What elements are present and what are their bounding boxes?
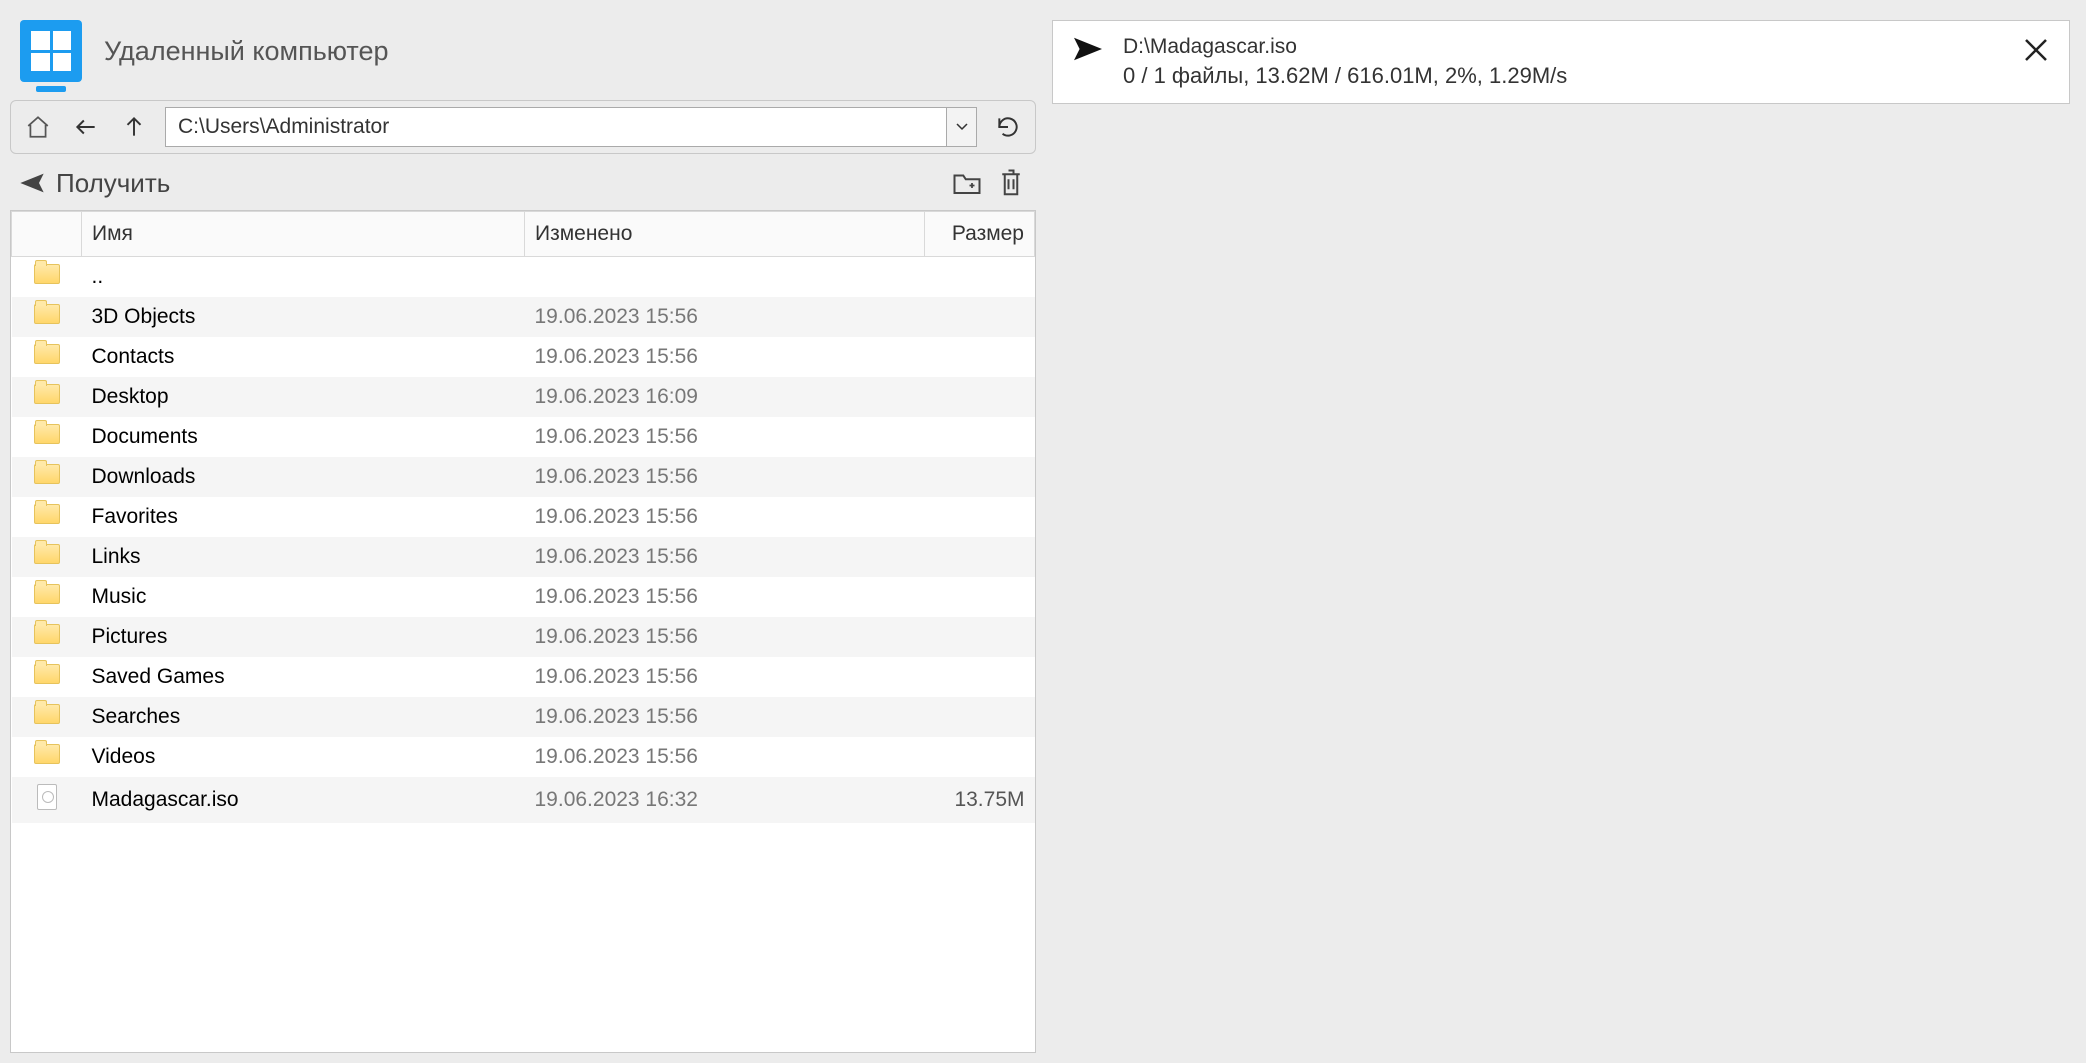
file-name: Searches [82,697,525,737]
file-size [925,617,1035,657]
file-name: Desktop [82,377,525,417]
file-size [925,377,1035,417]
folder-icon [34,504,60,524]
file-table-container: Имя Изменено Размер ..3D Objects19.06.20… [10,210,1036,1053]
file-size [925,337,1035,377]
file-size [925,257,1035,298]
file-modified: 19.06.2023 15:56 [525,297,925,337]
table-row[interactable]: Madagascar.iso19.06.2023 16:3213.75M [12,777,1035,823]
folder-icon [34,304,60,324]
file-modified: 19.06.2023 15:56 [525,417,925,457]
folder-icon [34,464,60,484]
table-row[interactable]: Contacts19.06.2023 15:56 [12,337,1035,377]
path-input[interactable] [166,115,946,139]
file-name: Madagascar.iso [82,777,525,823]
file-name: Pictures [82,617,525,657]
folder-icon [34,264,60,284]
column-name[interactable]: Имя [82,212,525,257]
file-name: 3D Objects [82,297,525,337]
table-row[interactable]: Saved Games19.06.2023 15:56 [12,657,1035,697]
folder-icon [34,384,60,404]
folder-icon [34,544,60,564]
table-row[interactable]: Music19.06.2023 15:56 [12,577,1035,617]
folder-icon [34,424,60,444]
file-modified: 19.06.2023 15:56 [525,737,925,777]
receive-label: Получить [56,168,170,199]
new-folder-button[interactable] [950,166,984,200]
table-row[interactable]: Documents19.06.2023 15:56 [12,417,1035,457]
file-modified: 19.06.2023 15:56 [525,697,925,737]
path-dropdown-button[interactable] [946,108,976,146]
folder-icon [34,624,60,644]
column-modified[interactable]: Изменено [525,212,925,257]
table-row[interactable]: Favorites19.06.2023 15:56 [12,497,1035,537]
file-name: Documents [82,417,525,457]
file-name: Favorites [82,497,525,537]
file-size [925,577,1035,617]
receive-button[interactable]: Получить [18,168,170,199]
file-name: Contacts [82,337,525,377]
file-modified: 19.06.2023 15:56 [525,617,925,657]
send-icon [1071,35,1105,63]
file-name: Saved Games [82,657,525,697]
file-icon [37,784,57,810]
file-size: 13.75M [925,777,1035,823]
file-modified: 19.06.2023 15:56 [525,577,925,617]
folder-icon [34,664,60,684]
up-button[interactable] [117,110,151,144]
nav-bar [10,100,1036,154]
table-row[interactable]: Videos19.06.2023 15:56 [12,737,1035,777]
delete-button[interactable] [994,166,1028,200]
file-modified: 19.06.2023 15:56 [525,537,925,577]
file-size [925,657,1035,697]
action-bar: Получить [0,154,1046,210]
home-button[interactable] [21,110,55,144]
transfer-close-button[interactable] [2021,35,2051,65]
file-size [925,697,1035,737]
header-title: Удаленный компьютер [104,36,389,67]
file-modified: 19.06.2023 15:56 [525,497,925,537]
file-size [925,297,1035,337]
table-row[interactable]: Downloads19.06.2023 15:56 [12,457,1035,497]
windows-logo-icon [20,20,82,82]
header: Удаленный компьютер [0,0,1046,92]
folder-icon [34,584,60,604]
transfer-path: D:\Madagascar.iso [1123,35,2003,59]
file-size [925,457,1035,497]
file-modified: 19.06.2023 16:09 [525,377,925,417]
column-size[interactable]: Размер [925,212,1035,257]
file-modified: 19.06.2023 15:56 [525,337,925,377]
table-row[interactable]: Searches19.06.2023 15:56 [12,697,1035,737]
file-size [925,497,1035,537]
file-size [925,537,1035,577]
file-modified: 19.06.2023 15:56 [525,657,925,697]
table-row[interactable]: Desktop19.06.2023 16:09 [12,377,1035,417]
table-row[interactable]: 3D Objects19.06.2023 15:56 [12,297,1035,337]
path-combobox[interactable] [165,107,977,147]
table-row[interactable]: Pictures19.06.2023 15:56 [12,617,1035,657]
file-name: Music [82,577,525,617]
file-modified [525,257,925,298]
folder-icon [34,344,60,364]
back-button[interactable] [69,110,103,144]
file-table: Имя Изменено Размер ..3D Objects19.06.20… [11,211,1035,823]
file-name: Links [82,537,525,577]
file-size [925,417,1035,457]
table-row[interactable]: .. [12,257,1035,298]
file-modified: 19.06.2023 16:32 [525,777,925,823]
file-name: .. [82,257,525,298]
file-name: Downloads [82,457,525,497]
receive-icon [18,171,46,195]
column-icon[interactable] [12,212,82,257]
file-modified: 19.06.2023 15:56 [525,457,925,497]
refresh-button[interactable] [991,110,1025,144]
transfer-stats: 0 / 1 файлы, 13.62M / 616.01M, 2%, 1.29M… [1123,63,2003,89]
table-row[interactable]: Links19.06.2023 15:56 [12,537,1035,577]
folder-icon [34,704,60,724]
transfer-card: D:\Madagascar.iso 0 / 1 файлы, 13.62M / … [1052,20,2070,104]
file-size [925,737,1035,777]
folder-icon [34,744,60,764]
file-name: Videos [82,737,525,777]
